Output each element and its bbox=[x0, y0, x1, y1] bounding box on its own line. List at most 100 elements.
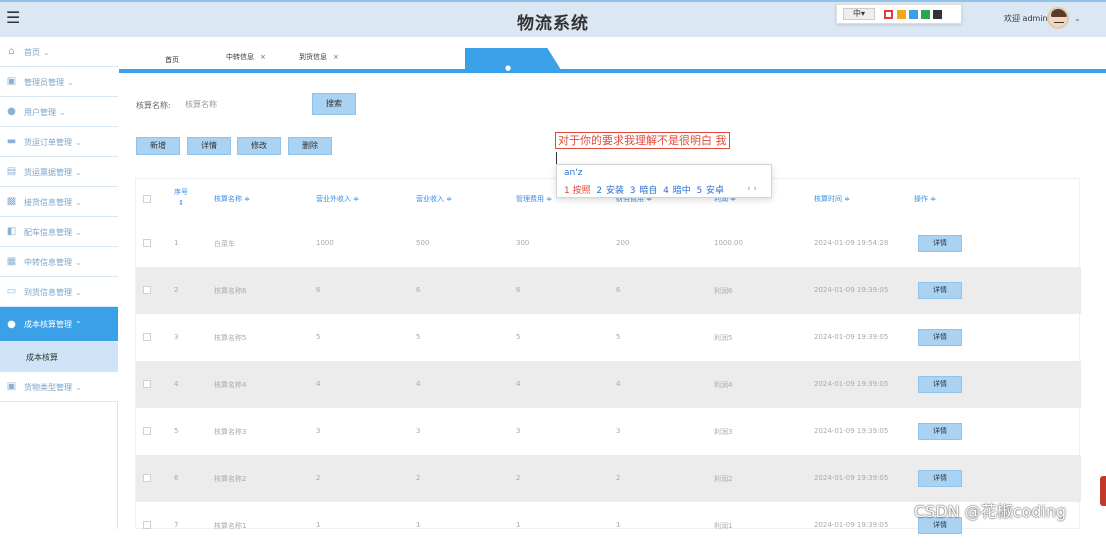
sidebar: ⌂ 首页 ⌄ ▣ 管理员管理 ⌄ ● 用户管理 ⌄ ▬ 货运订单管理 ⌄ ▤ 货运票据管… bbox=[0, 37, 118, 529]
chevron-right-icon[interactable]: ‹ › bbox=[747, 184, 757, 194]
top-header: ☰ 物流系统 中▾ 欢迎 admin ⌄ bbox=[0, 0, 1106, 37]
cell-index: 3 bbox=[174, 333, 179, 341]
arrival-icon: ▭ bbox=[6, 286, 17, 297]
cell-revenue: 2 bbox=[416, 474, 421, 482]
sidebar-item-tickets[interactable]: ▤ 货运票据管理 ⌄ bbox=[0, 157, 118, 187]
cell-index: 2 bbox=[174, 286, 179, 294]
sidebar-item-cost[interactable]: ● 成本核算管理 ⌃ bbox=[0, 307, 118, 342]
tab-home[interactable]: 首页 bbox=[165, 55, 179, 65]
col-header-time[interactable]: 核算时间 ≑ bbox=[814, 194, 850, 204]
tab-cost[interactable]: ●成本核算 × bbox=[465, 48, 563, 73]
edit-button[interactable]: 修改 bbox=[237, 137, 281, 155]
theme-swatch-dark[interactable] bbox=[933, 10, 942, 19]
row-detail-button[interactable]: 详情 bbox=[918, 423, 962, 440]
data-table: 序号 ⇕ 核算名称 ≑ 营业外收入 ≑ 营业收入 ≑ 管理费用 ≑ 财务费用 ≑ … bbox=[135, 178, 1081, 534]
row-checkbox[interactable] bbox=[143, 380, 151, 388]
row-checkbox[interactable] bbox=[143, 427, 151, 435]
receive-icon: ▩ bbox=[6, 196, 17, 207]
row-detail-button[interactable]: 详情 bbox=[918, 282, 962, 299]
cell-time: 2024-01-09 19:39:05 bbox=[814, 427, 889, 435]
theme-swatch-orange[interactable] bbox=[897, 10, 906, 19]
col-header-index[interactable]: 序号 ⇕ bbox=[174, 187, 188, 209]
row-checkbox[interactable] bbox=[143, 286, 151, 294]
delete-button[interactable]: 删除 bbox=[288, 137, 332, 155]
col-header-name[interactable]: 核算名称 ≑ bbox=[214, 194, 250, 204]
detail-button[interactable]: 详情 bbox=[187, 137, 231, 155]
watermark: CSDN @花椒coding bbox=[914, 502, 1067, 521]
cell-mgmt: 3 bbox=[516, 427, 521, 435]
sidebar-item-receive[interactable]: ▩ 接货信息管理 ⌄ bbox=[0, 187, 118, 217]
chevron-down-icon[interactable]: ⌄ bbox=[1074, 14, 1081, 23]
tab-transfer[interactable]: 中转信息 × bbox=[226, 52, 266, 62]
cell-profit: 利润2 bbox=[714, 475, 733, 483]
sidebar-item-home[interactable]: ⌂ 首页 ⌄ bbox=[0, 37, 118, 67]
category-icon: ▣ bbox=[6, 381, 17, 392]
table-row: 6 核算名称2 2 2 2 2 利润2 2024-01-09 19:39:05 … bbox=[136, 455, 1081, 502]
text-cursor bbox=[556, 152, 557, 164]
scroll-handle[interactable] bbox=[1100, 476, 1106, 506]
cell-index: 6 bbox=[174, 474, 179, 482]
sidebar-item-admin[interactable]: ▣ 管理员管理 ⌄ bbox=[0, 67, 118, 97]
cell-name: 核算名称4 bbox=[214, 381, 247, 389]
ime-candidate[interactable]: 2 安装 bbox=[596, 186, 624, 196]
cell-index: 5 bbox=[174, 427, 179, 435]
add-button[interactable]: 新增 bbox=[136, 137, 180, 155]
table-row: 2 核算名称6 6 6 6 6 利润6 2024-01-09 19:39:05 … bbox=[136, 267, 1081, 314]
tab-arrival[interactable]: 到货信息 × bbox=[299, 52, 339, 62]
col-header-revenue[interactable]: 营业收入 ≑ bbox=[416, 194, 452, 204]
col-header-actions[interactable]: 操作 ≑ bbox=[914, 194, 936, 204]
sidebar-item-users[interactable]: ● 用户管理 ⌄ bbox=[0, 97, 118, 127]
close-icon[interactable]: × bbox=[505, 64, 511, 72]
ime-candidate[interactable]: 5 安卓 bbox=[696, 186, 724, 196]
cell-mgmt: 5 bbox=[516, 333, 521, 341]
language-select[interactable]: 中▾ bbox=[843, 8, 875, 20]
search-button[interactable]: 搜索 bbox=[312, 93, 356, 115]
row-checkbox[interactable] bbox=[143, 239, 151, 247]
transfer-icon: ▦ bbox=[6, 256, 17, 267]
select-all-checkbox[interactable] bbox=[143, 195, 151, 203]
close-icon[interactable]: × bbox=[333, 53, 339, 61]
theme-swatch-red[interactable] bbox=[884, 10, 893, 19]
col-header-nonop[interactable]: 营业外收入 ≑ bbox=[316, 194, 359, 204]
cell-nonop: 6 bbox=[316, 286, 321, 294]
ime-composed-text: 对于你的要求我理解不是很明白 我 bbox=[555, 132, 730, 149]
row-detail-button[interactable]: 详情 bbox=[918, 376, 962, 393]
cell-fin: 200 bbox=[616, 239, 630, 247]
close-icon[interactable]: × bbox=[260, 53, 266, 61]
row-detail-button[interactable]: 详情 bbox=[918, 329, 962, 346]
row-detail-button[interactable]: 详情 bbox=[918, 470, 962, 487]
col-header-mgmt[interactable]: 管理费用 ≑ bbox=[516, 194, 552, 204]
cell-profit: 1000.00 bbox=[714, 239, 743, 247]
ime-candidate[interactable]: 1 按照 bbox=[564, 186, 591, 196]
row-checkbox[interactable] bbox=[143, 521, 151, 529]
theme-swatch-green[interactable] bbox=[921, 10, 930, 19]
search-input[interactable] bbox=[185, 97, 300, 112]
ticket-icon: ▤ bbox=[6, 166, 17, 177]
cell-profit: 利润1 bbox=[714, 522, 733, 530]
ime-candidate[interactable]: 4 暗中 bbox=[663, 186, 691, 196]
cell-name: 核算名称2 bbox=[214, 475, 247, 483]
row-checkbox[interactable] bbox=[143, 333, 151, 341]
cell-mgmt: 300 bbox=[516, 239, 530, 247]
sidebar-item-category[interactable]: ▣ 货物类型管理 ⌄ bbox=[0, 372, 118, 402]
cell-nonop: 1000 bbox=[316, 239, 334, 247]
row-detail-button[interactable]: 详情 bbox=[918, 235, 962, 252]
sidebar-item-vehicle[interactable]: ◧ 配车信息管理 ⌄ bbox=[0, 217, 118, 247]
cell-index: 4 bbox=[174, 380, 179, 388]
cell-index: 7 bbox=[174, 521, 179, 529]
sidebar-item-transfer[interactable]: ▦ 中转信息管理 ⌄ bbox=[0, 247, 118, 277]
cell-fin: 6 bbox=[616, 286, 621, 294]
sidebar-subitem-cost[interactable]: 成本核算 bbox=[0, 342, 118, 372]
cell-name: 核算名称1 bbox=[214, 522, 247, 530]
cell-nonop: 5 bbox=[316, 333, 321, 341]
ime-candidate[interactable]: 3 暗自 bbox=[630, 186, 658, 196]
row-checkbox[interactable] bbox=[143, 474, 151, 482]
avatar[interactable] bbox=[1047, 7, 1069, 29]
cell-time: 2024-01-09 19:54:28 bbox=[814, 239, 889, 247]
theme-swatch-blue[interactable] bbox=[909, 10, 918, 19]
cell-nonop: 3 bbox=[316, 427, 321, 435]
sidebar-item-arrival[interactable]: ▭ 到货信息管理 ⌄ bbox=[0, 277, 118, 307]
sidebar-item-orders[interactable]: ▬ 货运订单管理 ⌄ bbox=[0, 127, 118, 157]
cell-mgmt: 4 bbox=[516, 380, 521, 388]
cell-time: 2024-01-09 19:39:05 bbox=[814, 333, 889, 341]
